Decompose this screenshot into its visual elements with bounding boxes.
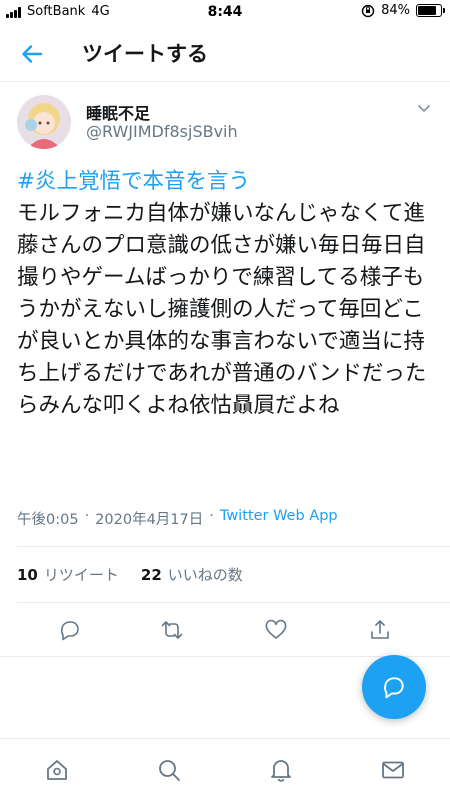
divider: [17, 546, 450, 547]
retweet-count: 10: [17, 566, 38, 584]
tweet-time: 午後0:05: [17, 512, 79, 528]
like-count: 22: [140, 566, 162, 584]
search-icon[interactable]: [156, 757, 182, 783]
tweet-text: #炎上覚悟で本音を言うモルフォニカ自体が嫌いなんじゃなくて進藤さんのプロ意識の低…: [17, 166, 437, 422]
home-icon[interactable]: [44, 757, 70, 783]
meta-separator: ·: [84, 508, 90, 524]
chevron-down-icon[interactable]: [414, 98, 434, 118]
share-icon[interactable]: [368, 618, 392, 642]
tweet-actions: [0, 610, 450, 650]
avatar-image: [17, 95, 71, 149]
back-arrow-icon[interactable]: [18, 40, 46, 68]
messages-icon[interactable]: [380, 757, 406, 783]
status-bar: SoftBank 4G 8:44 84%: [0, 0, 450, 24]
reply-fab-button[interactable]: [362, 655, 426, 719]
like-label: いいねの数: [167, 566, 243, 584]
page-title: ツイートする: [82, 42, 208, 66]
status-right: 84%: [361, 3, 445, 18]
avatar[interactable]: [17, 95, 71, 149]
tweet-stats: 10 リツイート 22 いいねの数: [17, 564, 243, 585]
like-icon[interactable]: [264, 618, 288, 642]
orientation-lock-icon: [361, 4, 375, 17]
bottom-tab-bar: [0, 738, 450, 800]
notifications-icon[interactable]: [268, 757, 294, 783]
battery-percent: 84%: [381, 3, 410, 18]
like-stat[interactable]: 22 いいねの数: [141, 564, 243, 585]
compose-reply-icon: [384, 677, 404, 699]
author-name[interactable]: 睡眠不足: [86, 100, 150, 124]
hashtag-link[interactable]: #炎上覚悟で本音を言う: [17, 169, 250, 194]
tweet-meta: 午後0:05 · 2020年4月17日 · Twitter Web App: [17, 508, 338, 529]
retweet-stat[interactable]: 10 リツイート: [17, 564, 119, 585]
author-handle[interactable]: @RWJIMDf8sjSBvih: [86, 122, 238, 141]
divider: [17, 602, 450, 603]
reply-icon[interactable]: [58, 618, 82, 642]
tweet-body-text: モルフォニカ自体が嫌いなんじゃなくて進藤さんのプロ意識の低さが嫌い毎日毎日自撮り…: [17, 201, 427, 418]
retweet-label: リツイート: [43, 566, 119, 584]
battery-fill: [418, 6, 437, 15]
tweet-date: 2020年4月17日: [95, 512, 204, 528]
meta-separator-2: ·: [209, 508, 214, 524]
header: ツイートする: [0, 26, 450, 82]
battery-icon: [416, 4, 445, 17]
tweet-source-link[interactable]: Twitter Web App: [220, 508, 338, 529]
retweet-icon[interactable]: [160, 618, 184, 642]
